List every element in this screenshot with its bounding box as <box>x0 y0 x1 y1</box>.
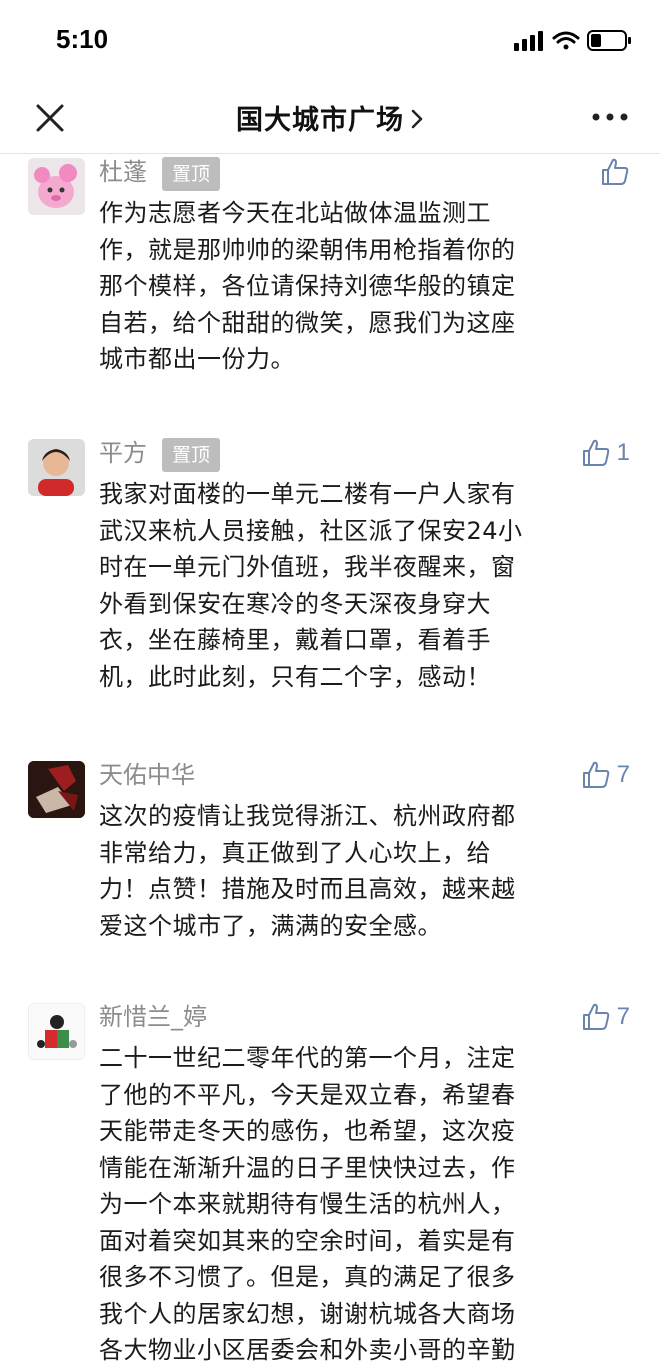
dark-red-photo-avatar <box>28 761 85 818</box>
comment-line: 天能带走冬天的感伤，也希望，这次疫 <box>99 1117 516 1145</box>
thumbs-up-icon <box>582 439 609 466</box>
comment-line: 机，此时此刻，只有二个字，感动！ <box>99 662 491 691</box>
comment-line: 外看到保安在寒冷的冬天深夜身穿大 <box>99 589 491 618</box>
thumbs-up-icon <box>582 1003 609 1030</box>
avatar[interactable] <box>28 158 85 215</box>
comment-line: 衣，坐在藤椅里，戴着口罩，看着手 <box>99 626 491 654</box>
status-time: 5:10 <box>56 24 109 54</box>
comment-line: 自若，给个甜甜的微笑，愿我们为这座 <box>99 308 516 337</box>
comment-line: 很多不习惯了。但是，真的满足了很多 <box>99 1263 516 1291</box>
comment-line: 我家对面楼的一单元二楼有一户人家有 <box>99 480 516 508</box>
comment-line: 面对着突如其来的空余时间，着实是有 <box>99 1226 516 1255</box>
like-button[interactable]: 1 <box>581 436 630 470</box>
wifi-icon <box>552 31 580 50</box>
comment-author[interactable]: 杜蓬 <box>99 156 147 188</box>
cartoon-figure-avatar <box>29 1004 84 1059</box>
like-button[interactable]: 7 <box>581 1000 630 1034</box>
battery-low-icon <box>587 30 631 51</box>
more-button[interactable] <box>590 102 630 132</box>
comment-text: 我家对面楼的一单元二楼有一户人家有 武汉来杭人员接触，社区派了保安24小 时在一… <box>99 476 611 695</box>
comment-line: 我个人的居家幻想，谢谢杭城各大商场 <box>99 1299 516 1328</box>
thumbs-up-icon <box>602 158 629 185</box>
comment-line: 作为志愿者今天在北站做体温监测工 <box>99 199 491 227</box>
comment-line: 力！点赞！措施及时而且高效，越来越 <box>99 875 516 903</box>
page-title-link[interactable]: 国大城市广场 <box>0 98 660 137</box>
child-photo-avatar <box>28 439 85 496</box>
like-button[interactable] <box>600 155 630 189</box>
cellular-signal-icon <box>514 31 543 51</box>
pink-plush-toy-avatar <box>28 158 85 215</box>
more-dots-icon <box>592 113 628 121</box>
comment-author[interactable]: 平方 <box>99 437 147 469</box>
comment-author[interactable]: 天佑中华 <box>99 759 195 791</box>
comment-line: 那个模样，各位请保持刘德华般的镇定 <box>99 272 516 300</box>
comment-line: 了他的不平凡，今天是双立春，希望春 <box>99 1080 516 1109</box>
comment-line: 情能在渐渐升温的日子里快快过去，作 <box>99 1153 516 1182</box>
pinned-badge: 置顶 <box>162 438 221 472</box>
avatar[interactable] <box>28 1003 85 1060</box>
comment-text: 二十一世纪二零年代的第一个月，注定 了他的不平凡，今天是双立春，希望春 天能带走… <box>99 1040 611 1364</box>
like-button[interactable]: 7 <box>581 758 630 792</box>
page-title: 国大城市广场 <box>236 105 404 136</box>
avatar[interactable] <box>28 761 85 818</box>
chevron-right-icon <box>410 106 424 137</box>
comment-list[interactable]: 杜蓬 置顶 作为志愿者今天在北站做体温监测工 作，就是那帅帅的梁朝伟用枪指着你的… <box>0 155 660 1364</box>
comment-line: 时在一单元门外值班，我半夜醒来，窗 <box>99 553 516 581</box>
comment-line: 为一个本来就期待有慢生活的杭州人， <box>99 1190 516 1218</box>
comment-text: 作为志愿者今天在北站做体温监测工 作，就是那帅帅的梁朝伟用枪指着你的 那个模样，… <box>99 195 611 378</box>
nav-bar: 国大城市广场 <box>0 80 660 154</box>
comment-line: 武汉来杭人员接触，社区派了保安24小 <box>99 516 523 545</box>
avatar[interactable] <box>28 439 85 496</box>
comment-author[interactable]: 新惜兰_婷 <box>99 1001 207 1033</box>
like-count: 1 <box>616 439 630 466</box>
status-bar: 5:10 <box>0 0 660 80</box>
comment-line: 作，就是那帅帅的梁朝伟用枪指着你的 <box>99 235 516 264</box>
like-count: 7 <box>616 761 630 788</box>
comment-line: 爱这个城市了，满满的安全感。 <box>99 911 442 940</box>
comment-line: 城市都出一份力。 <box>99 345 295 373</box>
comment-line: 非常给力，真正做到了人心坎上，给 <box>99 838 491 867</box>
comment-text: 这次的疫情让我觉得浙江、杭州政府都 非常给力，真正做到了人心坎上，给 力！点赞！… <box>99 798 611 944</box>
comment-line: 这次的疫情让我觉得浙江、杭州政府都 <box>99 802 516 830</box>
thumbs-up-icon <box>582 761 609 788</box>
status-icons <box>514 28 634 54</box>
like-count: 7 <box>616 1003 630 1030</box>
pinned-badge: 置顶 <box>162 157 221 191</box>
comment-line: 二十一世纪二零年代的第一个月，注定 <box>99 1044 516 1072</box>
comment-line: 各大物业小区居委会和外卖小哥的辛勤 <box>99 1336 516 1364</box>
